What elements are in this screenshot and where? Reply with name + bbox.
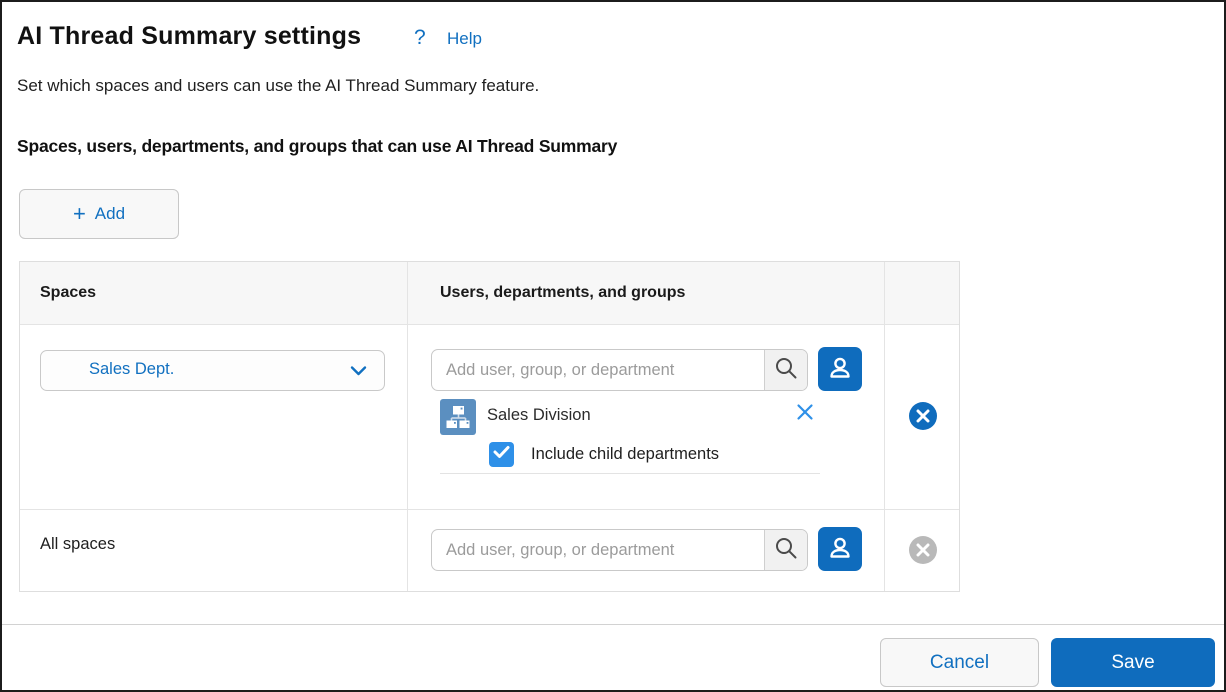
page-title: AI Thread Summary settings <box>17 22 361 51</box>
select-from-directory-button[interactable] <box>818 347 862 391</box>
ai-thread-summary-settings-page: AI Thread Summary settings ? Help Set wh… <box>0 0 1226 692</box>
column-header-actions <box>885 262 959 324</box>
search-button[interactable] <box>764 350 807 390</box>
column-header-spaces: Spaces <box>40 284 96 302</box>
add-button-label: Add <box>95 204 125 224</box>
footer-divider <box>2 624 1224 625</box>
plus-icon: + <box>73 203 86 225</box>
department-org-icon <box>440 399 476 435</box>
save-button-label: Save <box>1111 652 1154 674</box>
include-child-label: Include child departments <box>531 445 719 464</box>
table-row: Sales Dept. <box>20 325 959 510</box>
select-from-directory-button[interactable] <box>818 527 862 571</box>
table-header-row: Spaces Users, departments, and groups <box>20 262 959 325</box>
add-button[interactable]: + Add <box>19 189 179 239</box>
permissions-table: Spaces Users, departments, and groups Sa… <box>19 261 960 592</box>
help-link[interactable]: Help <box>447 29 482 49</box>
table-row: All spaces <box>20 510 959 591</box>
section-heading: Spaces, users, departments, and groups t… <box>17 136 617 157</box>
search-button[interactable] <box>764 530 807 570</box>
user-search-group <box>431 349 808 391</box>
search-icon <box>774 536 798 565</box>
help-question-icon[interactable]: ? <box>414 26 426 50</box>
remove-row-button-disabled <box>909 536 937 564</box>
remove-entry-icon[interactable] <box>796 403 814 421</box>
checkmark-icon <box>493 445 510 464</box>
search-icon <box>774 356 798 385</box>
entry-name: Sales Division <box>487 406 591 425</box>
person-icon <box>827 355 853 384</box>
space-select-value: Sales Dept. <box>89 360 174 379</box>
remove-row-button[interactable] <box>909 402 937 430</box>
user-search-group <box>431 529 808 571</box>
save-button[interactable]: Save <box>1051 638 1215 687</box>
chevron-down-icon <box>350 364 367 382</box>
space-select-dropdown[interactable]: Sales Dept. <box>40 350 385 391</box>
entry-divider <box>440 473 820 474</box>
user-search-input[interactable] <box>432 530 764 570</box>
cancel-button[interactable]: Cancel <box>880 638 1039 687</box>
include-child-checkbox[interactable] <box>489 442 514 467</box>
person-icon <box>827 535 853 564</box>
user-search-input[interactable] <box>432 350 764 390</box>
cancel-button-label: Cancel <box>930 652 989 674</box>
column-header-users: Users, departments, and groups <box>440 284 685 302</box>
page-subtitle: Set which spaces and users can use the A… <box>17 76 539 96</box>
all-spaces-label: All spaces <box>40 535 115 554</box>
